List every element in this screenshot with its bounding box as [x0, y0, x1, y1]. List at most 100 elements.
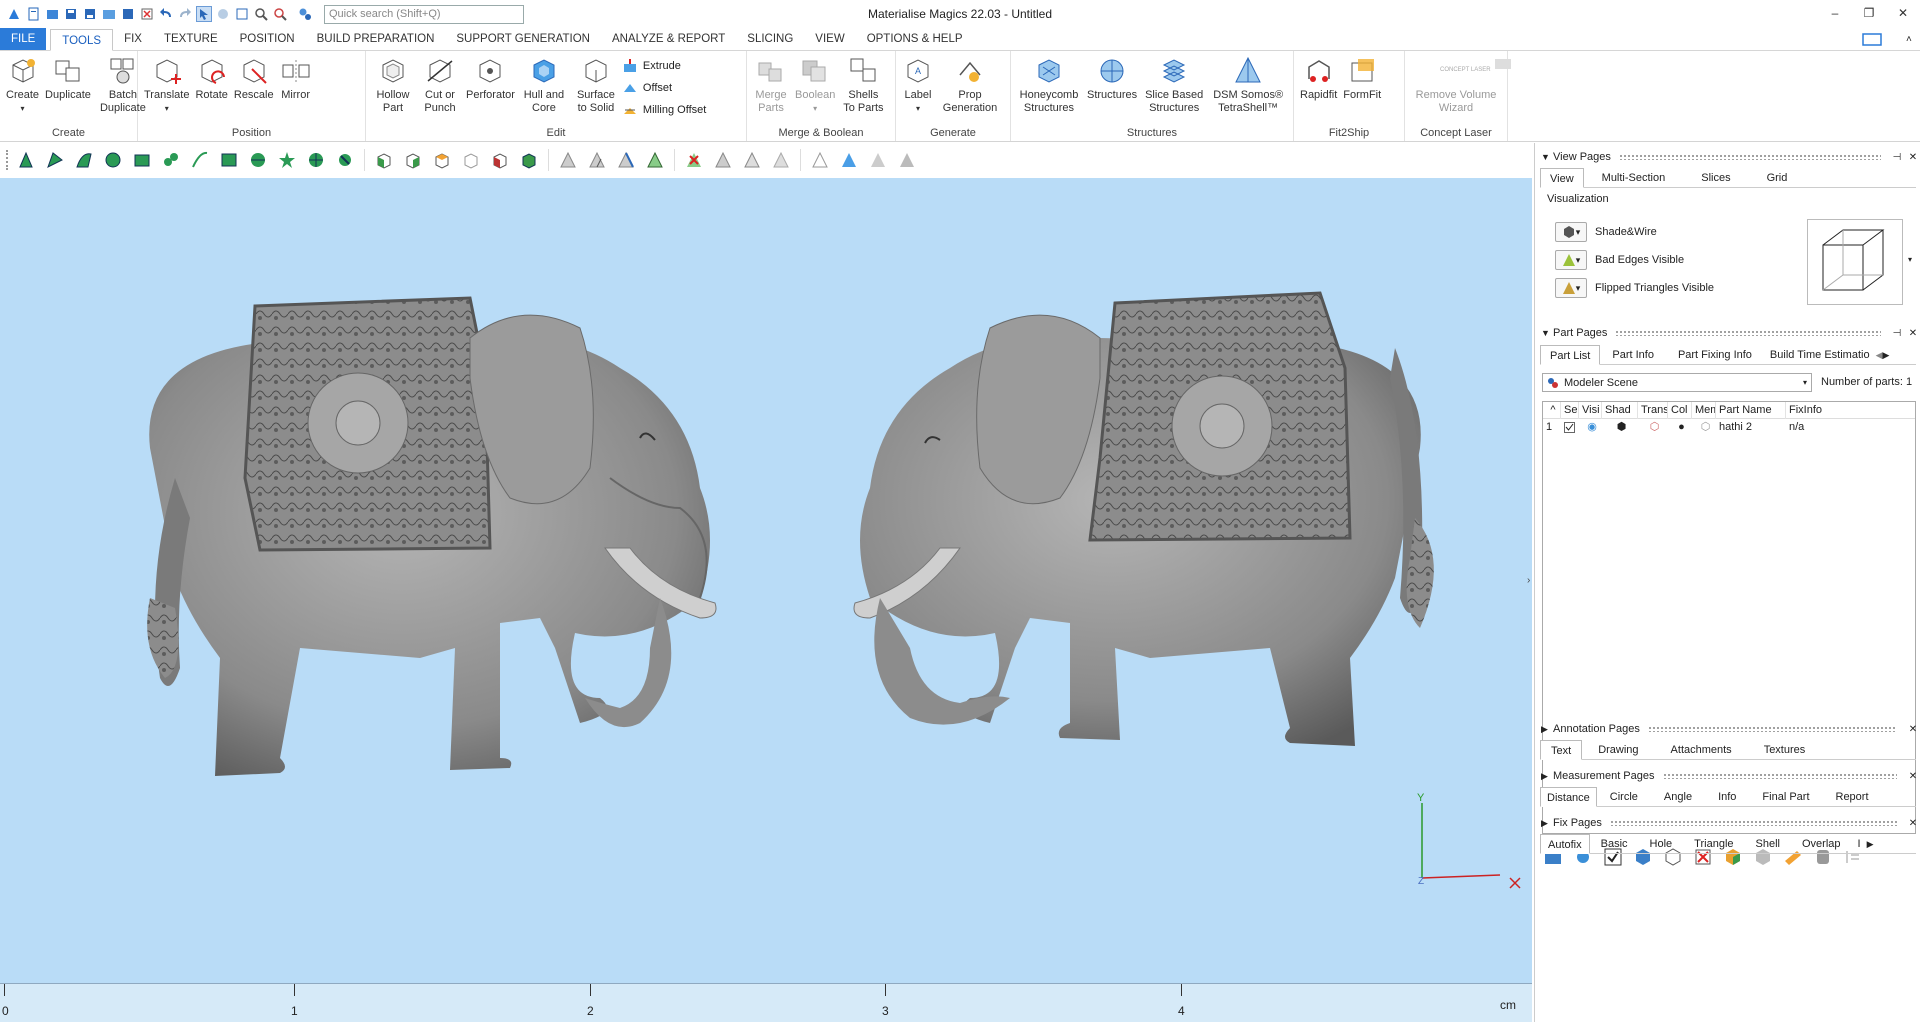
- tab-analyze-report[interactable]: ANALYZE & REPORT: [601, 28, 736, 50]
- col-transparent[interactable]: Trans: [1638, 401, 1668, 419]
- close-panel-icon[interactable]: ✕: [1905, 328, 1920, 339]
- select-star-icon[interactable]: [275, 148, 299, 172]
- analysis-edges-icon[interactable]: [614, 148, 638, 172]
- save-icon[interactable]: [63, 6, 79, 22]
- save-as-icon[interactable]: [82, 6, 98, 22]
- measure-angle-icon[interactable]: [866, 148, 890, 172]
- select-plane-icon[interactable]: [43, 148, 67, 172]
- close-panel-icon[interactable]: ✕: [1905, 771, 1920, 782]
- hull-and-core-button[interactable]: Hull and Core: [518, 53, 570, 117]
- panel-splitter-handle[interactable]: ›: [1527, 575, 1530, 586]
- pin-icon[interactable]: ⊣: [1889, 328, 1905, 339]
- select-lasso-icon[interactable]: [159, 148, 183, 172]
- select-surface-icon[interactable]: [72, 148, 96, 172]
- tab-info[interactable]: Info: [1705, 787, 1749, 807]
- close-file-icon[interactable]: [139, 6, 155, 22]
- new-file-icon[interactable]: [25, 6, 41, 22]
- view-cube-dropdown-icon[interactable]: ▾: [1908, 255, 1912, 264]
- redo-icon[interactable]: [177, 6, 193, 22]
- tab-attachments[interactable]: Attachments: [1655, 740, 1748, 760]
- tab-hole[interactable]: Hole: [1639, 834, 1684, 854]
- tab-triangle[interactable]: Triangle: [1683, 834, 1744, 854]
- table-row[interactable]: 1 ◉ ⬢ ⬡ ● ⬡ hathi 2 n/a: [1543, 419, 1915, 436]
- remove-volume-wizard-button[interactable]: CONCEPT LASER Remove Volume Wizard: [1408, 53, 1511, 117]
- cut-or-punch-button[interactable]: Cut or Punch: [417, 53, 463, 117]
- col-part-name[interactable]: Part Name: [1716, 401, 1786, 419]
- perforator-button[interactable]: Perforator: [463, 53, 518, 104]
- hollow-part-button[interactable]: Hollow Part: [369, 53, 417, 117]
- pin-icon[interactable]: ⊣: [1889, 152, 1905, 163]
- tab-grid[interactable]: Grid: [1749, 168, 1806, 188]
- measure-icon[interactable]: [808, 148, 832, 172]
- select-mode-icon[interactable]: [196, 6, 212, 22]
- select-box-icon[interactable]: [217, 148, 241, 172]
- view-cube[interactable]: [1807, 219, 1903, 305]
- select-brush-icon[interactable]: [333, 148, 357, 172]
- translate-button[interactable]: Translate ▾: [141, 53, 192, 117]
- zoom-window-icon[interactable]: [272, 6, 288, 22]
- analysis-shells-icon[interactable]: [643, 148, 667, 172]
- quick-search-input[interactable]: Quick search (Shift+Q): [324, 4, 524, 24]
- expand-triangle-icon[interactable]: ▶: [1541, 771, 1553, 782]
- tab-overlap[interactable]: Overlap: [1791, 834, 1852, 854]
- tab-part-list[interactable]: Part List: [1540, 345, 1601, 365]
- collapse-triangle-icon[interactable]: ▼: [1541, 328, 1553, 338]
- drag-handle[interactable]: [1662, 773, 1897, 779]
- expand-triangle-icon[interactable]: ▶: [1541, 818, 1553, 829]
- shaded-icon[interactable]: ⬢: [1602, 419, 1638, 436]
- tab-view-page[interactable]: View: [1540, 168, 1584, 188]
- ribbon-settings-icon[interactable]: [1862, 30, 1886, 50]
- tab-build-time-estimation[interactable]: Build Time Estimatio: [1764, 345, 1876, 365]
- tab-file[interactable]: FILE: [0, 28, 47, 50]
- tab-final-part[interactable]: Final Part: [1749, 787, 1822, 807]
- tabs-scroll-right-icon[interactable]: ▶: [1883, 345, 1890, 364]
- color-swatch-icon[interactable]: ●: [1668, 419, 1692, 436]
- measure-circle-icon[interactable]: [837, 148, 861, 172]
- tab-autofix[interactable]: Autofix: [1540, 834, 1590, 854]
- col-select[interactable]: Sele: [1561, 401, 1579, 419]
- part-pages-header[interactable]: ▼ Part Pages ⊣ ✕: [1535, 324, 1920, 342]
- memory-icon[interactable]: ⬡: [1692, 419, 1716, 436]
- boolean-button[interactable]: Boolean ▾: [792, 53, 838, 117]
- extrude-button[interactable]: Extrude: [622, 57, 706, 75]
- tab-part-info[interactable]: Part Info: [1600, 345, 1666, 365]
- elephant-model-left[interactable]: [147, 296, 717, 776]
- select-rectangle-icon[interactable]: [130, 148, 154, 172]
- invert-triangles-icon[interactable]: [711, 148, 735, 172]
- dsm-somos-tetrashell-button[interactable]: DSM Somos® TetraShell™: [1208, 53, 1288, 117]
- merge-parts-button[interactable]: Merge Parts: [750, 53, 792, 117]
- mirror-button[interactable]: Mirror: [277, 53, 315, 104]
- tab-basic[interactable]: Basic: [1590, 834, 1639, 854]
- rotate-button[interactable]: Rotate: [192, 53, 230, 104]
- mark-triangles-icon[interactable]: [740, 148, 764, 172]
- prop-generation-button[interactable]: Prop Generation: [937, 53, 1003, 117]
- col-fixinfo[interactable]: FixInfo: [1786, 402, 1866, 419]
- close-panel-icon[interactable]: ✕: [1905, 818, 1920, 829]
- 3d-viewport[interactable]: Y Z: [0, 178, 1532, 983]
- zoom-icon[interactable]: [253, 6, 269, 22]
- tab-part-fixing-info[interactable]: Part Fixing Info: [1666, 345, 1764, 365]
- tab-support-generation[interactable]: SUPPORT GENERATION: [445, 28, 601, 50]
- view-pages-header[interactable]: ▼ View Pages ⊣ ✕: [1535, 148, 1920, 166]
- drag-handle[interactable]: [1618, 154, 1881, 160]
- tab-text[interactable]: Text: [1540, 740, 1583, 760]
- formfit-button[interactable]: FormFit: [1340, 53, 1384, 104]
- tab-texture[interactable]: TEXTURE: [153, 28, 229, 50]
- select-connected-icon[interactable]: [246, 148, 270, 172]
- pan-icon[interactable]: [215, 6, 231, 22]
- annotation-pages-header[interactable]: ▶ Annotation Pages ✕: [1535, 720, 1920, 738]
- tab-circle[interactable]: Circle: [1597, 787, 1651, 807]
- analysis-normals-icon[interactable]: [585, 148, 609, 172]
- create-button[interactable]: Create ▾: [3, 53, 42, 117]
- scene-select[interactable]: Modeler Scene ▾: [1542, 373, 1812, 392]
- unmark-triangles-icon[interactable]: [769, 148, 793, 172]
- shade-wire-option[interactable]: ▾ Shade&Wire: [1555, 222, 1657, 242]
- view-left-icon[interactable]: [488, 148, 512, 172]
- honeycomb-structures-button[interactable]: Honeycomb Structures: [1014, 53, 1084, 117]
- structures-button[interactable]: Structures: [1084, 53, 1140, 104]
- col-shaded[interactable]: Shad: [1602, 401, 1638, 419]
- undo-icon[interactable]: [158, 6, 174, 22]
- tabs-scroll-right-icon[interactable]: ▶: [1867, 834, 1874, 853]
- close-button[interactable]: ✕: [1886, 0, 1920, 26]
- restore-button[interactable]: ❐: [1852, 0, 1886, 26]
